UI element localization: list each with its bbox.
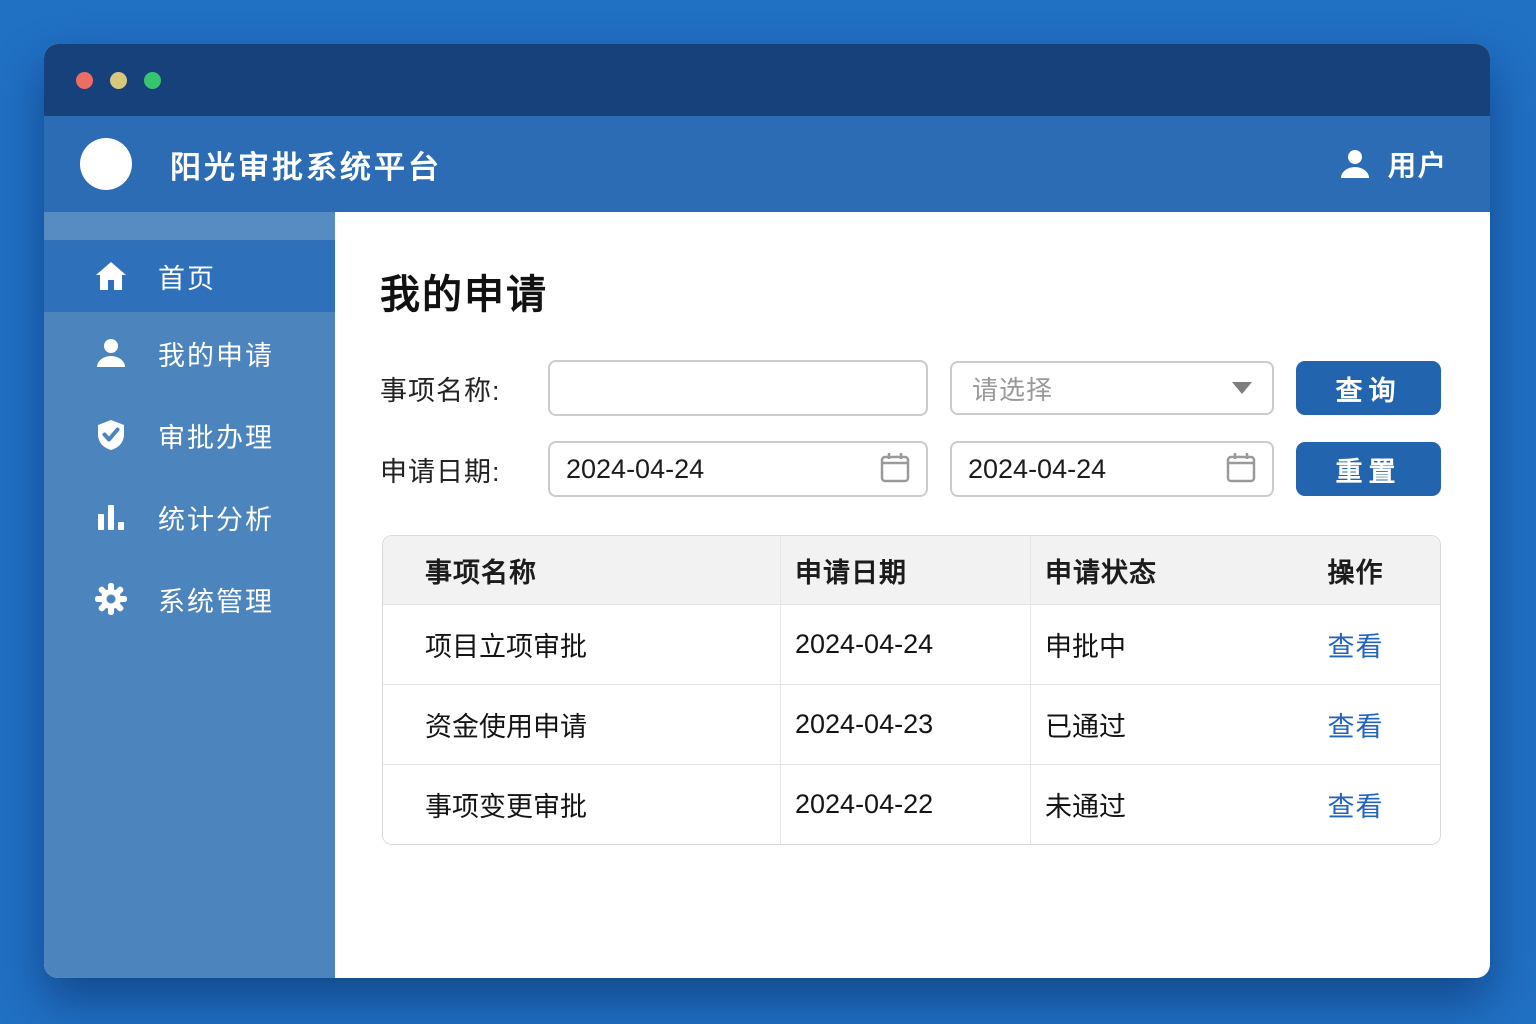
- close-window-button[interactable]: [76, 71, 93, 89]
- main-content: 我的申请 事项名称: 请选择 查询 申请日期: 2024-04-24 2024-…: [335, 212, 1490, 978]
- view-link[interactable]: 查看: [1328, 705, 1384, 744]
- filter-form: 事项名称: 请选择 查询 申请日期: 2024-04-24 2024-04-24…: [380, 360, 1490, 497]
- table-row: 项目立项审批 2024-04-24 申批中 查看: [383, 604, 1440, 684]
- sidebar-item-approval-processing[interactable]: 审批办理: [44, 394, 335, 476]
- sidebar-item-label: 首页: [158, 263, 216, 294]
- sidebar-item-label: 我的申请: [158, 340, 274, 371]
- sidebar-item-label: 统计分析: [158, 504, 274, 535]
- cell-status: 申批中: [1045, 632, 1126, 662]
- calendar-icon: [880, 451, 910, 488]
- column-header-apply-date: 申请日期: [781, 536, 1031, 604]
- sidebar-item-label: 审批办理: [158, 422, 274, 453]
- select-placeholder: 请选择: [972, 374, 1054, 405]
- desktop-background: { "window": { "traffic_lights": { "close…: [0, 0, 1536, 1024]
- user-icon: [94, 336, 128, 370]
- item-name-label: 事项名称:: [380, 375, 501, 406]
- cell-status: 未通过: [1045, 792, 1126, 822]
- reset-button[interactable]: 重置: [1296, 442, 1441, 496]
- maximize-window-button[interactable]: [144, 71, 161, 89]
- column-header-actions: 操作: [1327, 557, 1384, 588]
- sidebar: 首页 我的申请 审批办理 统计分析 系统管理: [44, 212, 335, 978]
- sidebar-item-label: 系统管理: [158, 586, 274, 617]
- app-title: 阳光审批系统平台: [170, 149, 442, 185]
- table-row: 事项变更审批 2024-04-22 未通过 查看: [383, 764, 1440, 844]
- cell-apply-date: 2024-04-24: [781, 605, 1031, 684]
- cell-status: 已通过: [1045, 712, 1126, 742]
- table-header-row: 事项名称 申请日期 申请状态 操作: [383, 536, 1440, 604]
- sidebar-item-system-management[interactable]: 系统管理: [44, 558, 335, 640]
- cell-item-name: 事项变更审批: [383, 765, 781, 844]
- page-title: 我的申请: [380, 273, 548, 317]
- shield-check-icon: [94, 418, 128, 452]
- item-name-input[interactable]: [548, 360, 928, 416]
- bar-chart-icon: [94, 500, 128, 534]
- home-icon: [94, 259, 128, 293]
- user-menu[interactable]: 用户: [1338, 144, 1448, 184]
- gear-icon: [94, 582, 128, 616]
- cell-apply-date: 2024-04-22: [781, 765, 1031, 844]
- cell-item-name: 资金使用申请: [383, 685, 781, 764]
- window-titlebar: [44, 44, 1490, 116]
- cell-item-name: 项目立项审批: [383, 605, 781, 684]
- app-logo: [80, 138, 132, 190]
- minimize-window-button[interactable]: [110, 71, 127, 89]
- chevron-down-icon: [1232, 382, 1252, 394]
- view-link[interactable]: 查看: [1328, 785, 1384, 824]
- user-icon: [1338, 147, 1372, 181]
- status-select[interactable]: 请选择: [950, 361, 1274, 415]
- cell-apply-date: 2024-04-23: [781, 685, 1031, 764]
- column-header-status: 申请状态: [1045, 557, 1157, 588]
- search-button[interactable]: 查询: [1296, 361, 1441, 415]
- apply-date-label: 申请日期:: [380, 456, 501, 487]
- date-to-input[interactable]: 2024-04-24: [950, 441, 1274, 497]
- view-link[interactable]: 查看: [1328, 625, 1384, 664]
- table-row: 资金使用申请 2024-04-23 已通过 查看: [383, 684, 1440, 764]
- app-window: 阳光审批系统平台 用户 首页 我的申请 审批办理 统计分析 系统管理 我的申请 …: [44, 44, 1490, 978]
- date-from-input[interactable]: 2024-04-24: [548, 441, 928, 497]
- sidebar-item-home[interactable]: 首页: [44, 240, 335, 312]
- app-header: 阳光审批系统平台 用户: [44, 116, 1490, 212]
- sidebar-top-strip: [44, 212, 335, 240]
- sidebar-item-statistics[interactable]: 统计分析: [44, 476, 335, 558]
- applications-table: 事项名称 申请日期 申请状态 操作 项目立项审批 2024-04-24 申批中 …: [382, 535, 1441, 845]
- user-label: 用户: [1387, 150, 1448, 181]
- sidebar-item-my-applications[interactable]: 我的申请: [44, 312, 335, 394]
- column-header-item-name: 事项名称: [383, 536, 781, 604]
- calendar-icon: [1226, 451, 1256, 488]
